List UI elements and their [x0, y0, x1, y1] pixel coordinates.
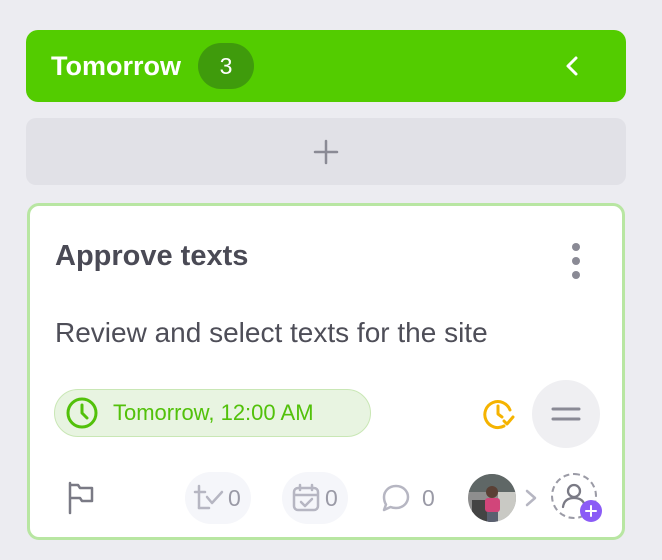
- subtasks-count: 0: [325, 484, 338, 511]
- comments-counter[interactable]: 0: [372, 472, 438, 524]
- kebab-menu-icon[interactable]: [568, 242, 584, 280]
- due-date-badge[interactable]: Tomorrow, 12:00 AM: [54, 389, 371, 437]
- column-header: Tomorrow 3: [26, 30, 626, 102]
- avatar-photo: [468, 474, 516, 522]
- flag-icon[interactable]: [66, 481, 96, 515]
- calendar-check-icon: [292, 483, 320, 512]
- subtasks-counter[interactable]: 0: [282, 472, 348, 524]
- comment-icon: [382, 484, 410, 512]
- clock-icon: [66, 397, 98, 429]
- clock-check-icon[interactable]: [482, 397, 516, 431]
- add-task-button[interactable]: [26, 118, 626, 185]
- due-date-text: Tomorrow, 12:00 AM: [113, 400, 314, 425]
- column-title: Tomorrow: [51, 50, 181, 81]
- collapse-column-button[interactable]: [558, 52, 586, 80]
- task-count-badge: 3: [198, 43, 254, 89]
- comments-count: 0: [422, 484, 435, 511]
- task-card[interactable]: Approve texts Review and select texts fo…: [27, 203, 625, 540]
- plus-icon: [313, 139, 339, 164]
- task-description: Review and select texts for the site: [55, 317, 488, 348]
- checklist-count: 0: [228, 484, 241, 511]
- chevron-left-icon: [566, 56, 578, 76]
- chevron-right-icon: [525, 489, 537, 507]
- checklist-counter[interactable]: 0: [185, 472, 251, 524]
- equals-icon: [551, 407, 581, 421]
- priority-button[interactable]: [532, 380, 600, 448]
- plus-badge-icon: [580, 500, 602, 522]
- avatar[interactable]: [468, 474, 516, 522]
- checklist-icon: [193, 484, 224, 510]
- task-title: Approve texts: [55, 240, 249, 272]
